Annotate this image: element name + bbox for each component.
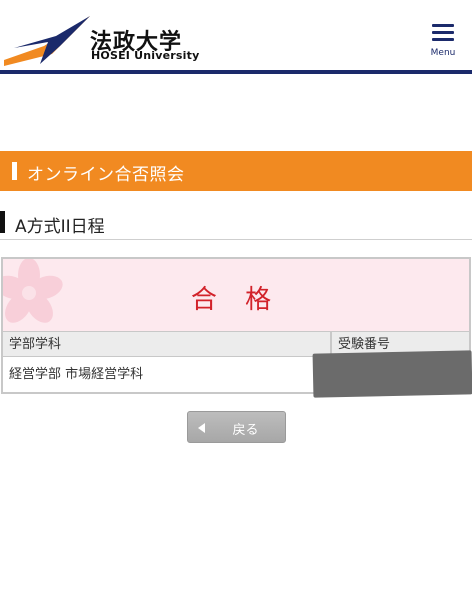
site-header: 法政大学 HOSEI University Menu [0,0,472,76]
menu-label: Menu [430,48,456,58]
page-banner: オンライン合否照会 [0,151,472,191]
header-divider [0,70,472,74]
hosei-logo[interactable]: 法政大学 HOSEI University [4,16,199,68]
redaction-overlay [312,350,472,398]
section-heading: A方式II日程 [0,208,472,240]
menu-button[interactable]: Menu [428,24,458,60]
back-button-label: 戻る [232,423,259,438]
section-marker [0,211,5,233]
page-title: オンライン合否照会 [27,165,185,185]
back-button[interactable]: 戻る [187,411,286,443]
logo-english-text: HOSEI University [91,49,200,62]
result-status: 合 格 [190,285,282,315]
column-header-department: 学部学科 [3,332,332,356]
banner-marker [12,162,17,180]
result-status-row: 合 格 [3,259,469,331]
hosei-logo-icon [4,16,90,66]
department-cell: 経営学部 市場経営学科 [3,357,332,392]
exam-schedule-title: A方式II日程 [15,217,105,237]
hamburger-menu-icon [432,24,454,42]
